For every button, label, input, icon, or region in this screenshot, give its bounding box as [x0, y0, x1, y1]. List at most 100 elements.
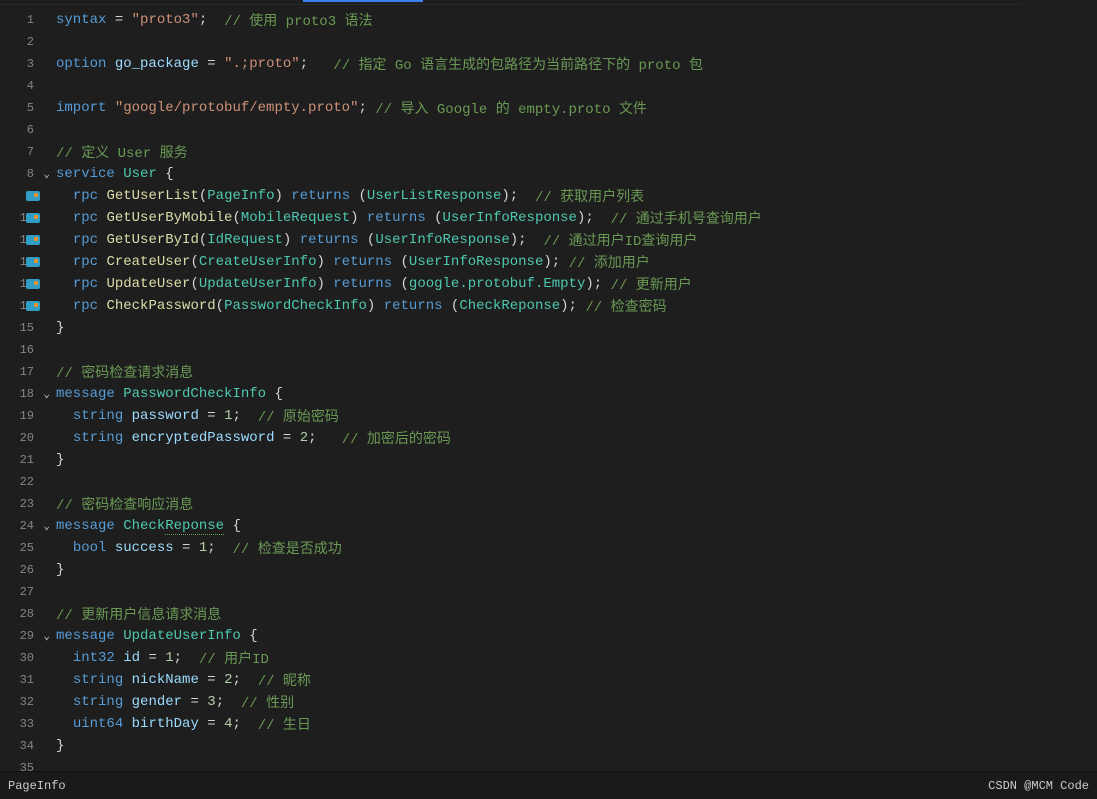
usage-badge-icon[interactable]	[26, 213, 40, 223]
gutter-row: 27	[0, 581, 56, 603]
code-line[interactable]	[56, 75, 1097, 97]
gutter-row: 17	[0, 361, 56, 383]
line-number: 28	[14, 607, 34, 621]
code-line[interactable]: rpc GetUserByMobile(MobileRequest) retur…	[56, 207, 1097, 229]
code-line[interactable]	[56, 581, 1097, 603]
token: rpc	[73, 210, 98, 226]
line-number: 5	[14, 101, 34, 115]
token: id	[123, 650, 140, 666]
code-line[interactable]: service User {	[56, 163, 1097, 185]
code-line[interactable]: }	[56, 317, 1097, 339]
gutter-row: 8⌄	[0, 163, 56, 185]
token: "proto3"	[132, 12, 199, 28]
code-line[interactable]: // 密码检查响应消息	[56, 493, 1097, 515]
code-line[interactable]: string password = 1; // 原始密码	[56, 405, 1097, 427]
fold-icon[interactable]: ⌄	[43, 167, 50, 181]
fold-icon[interactable]: ⌄	[43, 387, 50, 401]
code-line[interactable]: rpc CheckPassword(PasswordCheckInfo) ret…	[56, 295, 1097, 317]
token: CreateUser	[106, 254, 190, 270]
token: {	[157, 166, 174, 182]
token: )	[274, 188, 291, 204]
token	[56, 254, 73, 270]
gutter-row: 31	[0, 669, 56, 691]
token: 4	[224, 716, 232, 732]
status-right: CSDN @MCM Code	[988, 779, 1089, 793]
token: =	[199, 56, 224, 72]
token: }	[56, 320, 64, 336]
token: returns	[333, 276, 392, 292]
token: returns	[333, 254, 392, 270]
token: CheckReponse	[459, 298, 560, 314]
token: );	[510, 232, 544, 248]
code-line[interactable]: rpc GetUserById(IdRequest) returns (User…	[56, 229, 1097, 251]
line-number: 16	[14, 343, 34, 357]
line-number: 20	[14, 431, 34, 445]
usage-badge-icon[interactable]	[26, 235, 40, 245]
line-number: 34	[14, 739, 34, 753]
code-line[interactable]: string gender = 3; // 性别	[56, 691, 1097, 713]
code-line[interactable]: }	[56, 559, 1097, 581]
token: rpc	[73, 276, 98, 292]
token: // 更新用户信息请求消息	[56, 604, 221, 624]
code-line[interactable]: syntax = "proto3"; // 使用 proto3 语法	[56, 9, 1097, 31]
token: 3	[207, 694, 215, 710]
code-line[interactable]: rpc CreateUser(CreateUserInfo) returns (…	[56, 251, 1097, 273]
code-line[interactable]: }	[56, 449, 1097, 471]
token: Reponse	[165, 518, 224, 535]
token: )	[316, 254, 333, 270]
code-line[interactable]: import "google/protobuf/empty.proto"; //…	[56, 97, 1097, 119]
token	[98, 298, 106, 314]
code-line[interactable]: // 定义 User 服务	[56, 141, 1097, 163]
token: (	[216, 298, 224, 314]
usage-badge-icon[interactable]	[26, 191, 40, 201]
code-line[interactable]: }	[56, 735, 1097, 757]
token	[123, 694, 131, 710]
token: // 定义 User 服务	[56, 142, 188, 162]
status-left[interactable]: PageInfo	[8, 779, 66, 793]
code-line[interactable]	[56, 119, 1097, 141]
line-number: 29	[14, 629, 34, 643]
code-line[interactable]	[56, 31, 1097, 53]
code-line[interactable]: message CheckReponse {	[56, 515, 1097, 537]
code-line[interactable]: // 密码检查请求消息	[56, 361, 1097, 383]
code-line[interactable]	[56, 339, 1097, 361]
token: rpc	[73, 254, 98, 270]
code-line[interactable]: uint64 birthDay = 4; // 生日	[56, 713, 1097, 735]
token: import	[56, 100, 106, 116]
token: );	[543, 254, 568, 270]
code-line[interactable]: rpc GetUserList(PageInfo) returns (UserL…	[56, 185, 1097, 207]
fold-icon[interactable]: ⌄	[43, 629, 50, 643]
code-line[interactable]	[56, 471, 1097, 493]
code-line[interactable]: rpc UpdateUser(UpdateUserInfo) returns (…	[56, 273, 1097, 295]
token: 1	[199, 540, 207, 556]
token: ;	[174, 650, 199, 666]
vertical-scrollbar[interactable]	[1083, 4, 1097, 771]
usage-badge-icon[interactable]	[26, 279, 40, 289]
usage-badge-icon[interactable]	[26, 257, 40, 267]
code-line[interactable]: message PasswordCheckInfo {	[56, 383, 1097, 405]
token: bool	[73, 540, 107, 556]
fold-icon[interactable]: ⌄	[43, 519, 50, 533]
code-line[interactable]: string nickName = 2; // 昵称	[56, 669, 1097, 691]
code-line[interactable]: string encryptedPassword = 2; // 加密后的密码	[56, 427, 1097, 449]
code-line[interactable]: message UpdateUserInfo {	[56, 625, 1097, 647]
usage-badge-icon[interactable]	[26, 301, 40, 311]
code-editor[interactable]: 12345678⌄9101112131415161718⌄19202122232…	[0, 4, 1097, 771]
code-line[interactable]: bool success = 1; // 检查是否成功	[56, 537, 1097, 559]
token: ;	[300, 56, 334, 72]
token: // 更新用户	[611, 274, 692, 294]
token: google.protobuf.Empty	[409, 276, 585, 292]
token: =	[106, 12, 131, 28]
token: 1	[165, 650, 173, 666]
gutter-row: 33	[0, 713, 56, 735]
code-line[interactable]: option go_package = ".;proto"; // 指定 Go …	[56, 53, 1097, 75]
token: CreateUserInfo	[199, 254, 317, 270]
token: // 用户ID	[199, 648, 269, 668]
token: // 检查密码	[585, 296, 666, 316]
code-area[interactable]: syntax = "proto3"; // 使用 proto3 语法 option…	[56, 5, 1097, 771]
code-line[interactable]: // 更新用户信息请求消息	[56, 603, 1097, 625]
token: message	[56, 628, 115, 644]
token: );	[577, 210, 611, 226]
minimap[interactable]	[1022, 4, 1082, 771]
code-line[interactable]: int32 id = 1; // 用户ID	[56, 647, 1097, 669]
